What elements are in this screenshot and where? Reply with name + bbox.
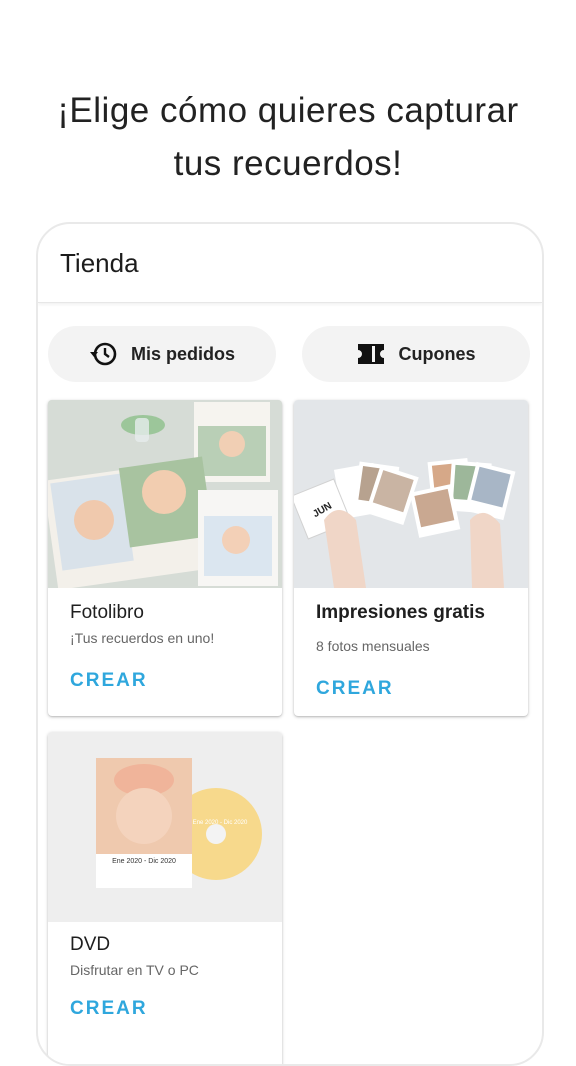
ticket-icon	[356, 342, 386, 366]
headline-line-1: ¡Elige cómo quieres capturar	[57, 91, 519, 130]
product-card-photobook[interactable]: Fotolibro ¡Tus recuerdos en uno! CREAR	[48, 400, 282, 716]
headline: ¡Elige cómo quieres capturar tus recuerd…	[0, 84, 576, 190]
dvd-cover-text: Ene 2020 - Dic 2020	[112, 858, 176, 865]
phone-frame: Tienda Mis pedidos Cupones Fotolibro ¡Tu…	[36, 222, 544, 1066]
photobook-image	[48, 400, 282, 588]
page-title: Tienda	[60, 248, 139, 278]
my-orders-label: Mis pedidos	[130, 343, 235, 364]
dvd-disc-text: Ene 2020 - Dic 2020	[193, 820, 248, 826]
prints-image: JUN	[294, 400, 528, 588]
product-subtitle: ¡Tus recuerdos en uno!	[70, 630, 215, 646]
create-button[interactable]: CREAR	[70, 998, 148, 1020]
product-card-dvd[interactable]: Ene 2020 - Dic 2020 Ene 2020 - Dic 2020 …	[48, 732, 282, 1064]
product-title: Impresiones gratis	[316, 602, 485, 623]
create-button[interactable]: CREAR	[70, 670, 148, 692]
product-subtitle: 8 fotos mensuales	[316, 638, 430, 654]
create-button[interactable]: CREAR	[316, 678, 394, 700]
headline-line-2: tus recuerdos!	[173, 144, 403, 183]
my-orders-button[interactable]: Mis pedidos	[48, 326, 276, 382]
dvd-image: Ene 2020 - Dic 2020 Ene 2020 - Dic 2020	[48, 732, 282, 922]
app-bar: Tienda	[38, 224, 542, 303]
history-icon	[89, 340, 119, 368]
coupons-label: Cupones	[398, 343, 476, 364]
product-subtitle: Disfrutar en TV o PC	[70, 962, 199, 978]
coupons-button[interactable]: Cupones	[302, 326, 530, 382]
product-title: Fotolibro	[70, 602, 144, 623]
product-title: DVD	[70, 934, 111, 955]
product-card-prints[interactable]: JUN Impresiones gratis 8 fotos mensuales…	[294, 400, 528, 716]
